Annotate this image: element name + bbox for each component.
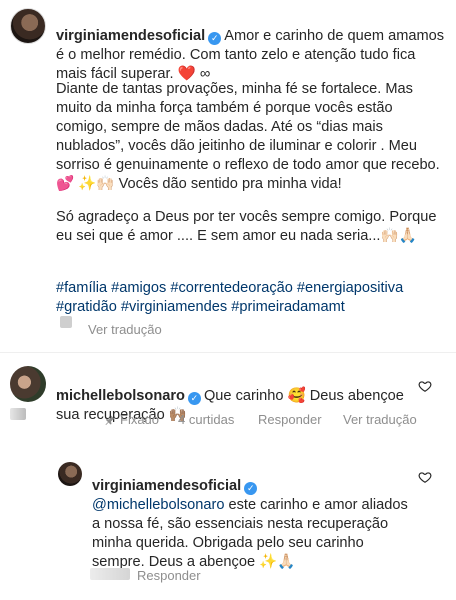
heart-icon[interactable] bbox=[418, 470, 432, 484]
comment-author-username[interactable]: michellebolsonaro bbox=[56, 388, 185, 404]
verified-icon: ✓ bbox=[244, 482, 258, 495]
reply-reply-button[interactable]: Responder bbox=[137, 568, 201, 583]
verified-icon: ✓ bbox=[187, 392, 201, 405]
translate-placeholder-icon bbox=[60, 316, 72, 328]
verified-icon: ✓ bbox=[208, 32, 222, 45]
heart-icon[interactable] bbox=[418, 379, 432, 393]
reply-meta-placeholder bbox=[90, 568, 130, 580]
reply-body: virginiamendesoficial ✓ @michellebolsonaro… bbox=[92, 458, 412, 572]
post-author-avatar[interactable] bbox=[10, 8, 46, 44]
pin-icon bbox=[105, 415, 115, 425]
post-author-username[interactable]: virginiamendesoficial bbox=[56, 28, 205, 44]
comment-author-avatar[interactable] bbox=[10, 366, 46, 402]
post-translate-link[interactable]: Ver tradução bbox=[88, 322, 162, 337]
post-caption-paragraph-3: Só agradeço a Deus por ter vocês sempre … bbox=[56, 209, 437, 244]
comment-meta-placeholder bbox=[10, 408, 26, 420]
comment-likes[interactable]: 4 curtidas bbox=[178, 412, 234, 427]
reply-author-avatar[interactable] bbox=[58, 462, 82, 486]
post-caption-paragraph-2: Diante de tantas provações, minha fé se … bbox=[56, 81, 440, 192]
reply-mention[interactable]: @michellebolsonaro bbox=[92, 497, 224, 513]
comment-reply-button[interactable]: Responder bbox=[258, 412, 322, 427]
post-hashtags[interactable]: #família #amigos #correntedeoração #ener… bbox=[56, 279, 446, 317]
post-caption-paragraph-1: virginiamendesoficial ✓ Amor e carinho de … bbox=[56, 8, 446, 84]
comment-translate-link[interactable]: Ver tradução bbox=[343, 412, 417, 427]
pinned-label: Fixado bbox=[104, 412, 159, 427]
reply-author-username[interactable]: virginiamendesoficial bbox=[92, 478, 241, 494]
pinned-text: Fixado bbox=[120, 412, 160, 427]
section-divider bbox=[0, 352, 456, 353]
